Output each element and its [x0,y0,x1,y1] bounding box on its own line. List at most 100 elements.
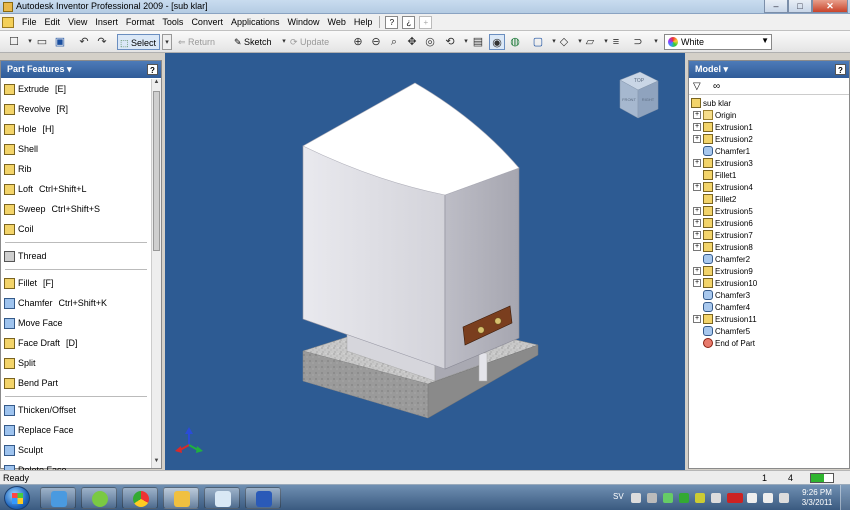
tree-node[interactable]: Fillet2 [691,193,847,205]
taskbar-spotify[interactable] [81,487,117,509]
flag-icon[interactable] [631,493,641,503]
feature-face-draft[interactable]: Face Draft [D] [1,333,151,353]
taskbar-paint[interactable] [204,487,240,509]
expand-plus-icon[interactable]: + [693,111,701,119]
tree-node[interactable]: + Origin [691,109,847,121]
ati-icon[interactable] [727,493,743,503]
color-style-select[interactable]: White ▼ [664,34,772,50]
tree-node[interactable]: Chamfer1 [691,145,847,157]
expand-plus-icon[interactable]: + [693,243,701,251]
expand-plus-icon[interactable]: + [693,183,701,191]
tree-node[interactable]: Chamfer5 [691,325,847,337]
help-icon[interactable]: ? [835,64,846,75]
undo-icon[interactable]: ↶ [76,34,92,50]
feature-split[interactable]: Split [1,353,151,373]
feature-revolve[interactable]: Revolve [R] [1,99,151,119]
feature-chamfer[interactable]: Chamfer Ctrl+Shift+K [1,293,151,313]
filter-icon[interactable]: ▽ [693,81,707,92]
graphics-viewport[interactable]: TOP FRONT RIGHT [165,53,685,470]
analysis-icon[interactable]: ⊃ [630,34,646,50]
expand-plus-icon[interactable]: + [693,123,701,131]
taskbar-people-app[interactable] [40,487,76,509]
view-icon[interactable]: ◍ [507,34,523,50]
airplane-icon[interactable] [695,493,705,503]
feature-coil[interactable]: Coil [1,219,151,239]
network-icon[interactable] [747,493,757,503]
feature-fillet[interactable]: Fillet [F] [1,273,151,293]
scroll-up-icon[interactable]: ▲ [152,79,161,89]
select-button[interactable]: ⬚ Select [117,34,161,50]
zoom-icon[interactable]: ⌕ [386,34,402,50]
whats-this-icon[interactable]: ¿ [402,15,416,29]
feature-thicken-offset[interactable]: Thicken/Offset [1,400,151,420]
chat-icon[interactable] [679,493,689,503]
tree-node[interactable]: Chamfer2 [691,253,847,265]
model-browser-header[interactable]: Model ▾ ? [689,61,849,78]
tree-node[interactable]: + Extrusion6 [691,217,847,229]
return-button[interactable]: ⇐ Return [178,34,215,50]
tree-node[interactable]: + Extrusion10 [691,277,847,289]
tree-node[interactable]: Chamfer3 [691,289,847,301]
tree-node[interactable]: + Extrusion9 [691,265,847,277]
zoom-all-icon[interactable]: ⊕ [350,34,366,50]
feature-bend-part[interactable]: Bend Part [1,373,151,393]
tree-node[interactable]: + Extrusion5 [691,205,847,217]
action-center-icon[interactable] [779,493,789,503]
select-dropdown-icon[interactable]: ▾ [162,34,172,50]
tree-node[interactable]: + Extrusion8 [691,241,847,253]
save-icon[interactable]: ▣ [52,34,68,50]
redo-icon[interactable]: ↷ [94,34,110,50]
tree-node[interactable]: Chamfer4 [691,301,847,313]
rotate-icon[interactable]: ⟲ [442,34,458,50]
menu-file[interactable]: File [18,17,41,27]
features-scrollbar[interactable]: ▲ ▼ [151,79,161,468]
shaded-display-icon[interactable]: ◉ [489,34,505,50]
tray-app-icon[interactable] [663,493,673,503]
feature-sculpt[interactable]: Sculpt [1,440,151,460]
display-mode-icon[interactable]: ▢ [530,34,546,50]
steam-icon[interactable] [647,493,657,503]
clock[interactable]: 9:26 PM 3/3/2011 [797,488,837,508]
minimize-button[interactable]: – [764,0,788,13]
expand-plus-icon[interactable]: + [693,219,701,227]
pan-icon[interactable]: ✥ [404,34,420,50]
scroll-down-icon[interactable]: ▼ [152,458,161,468]
slice-icon[interactable]: ≡ [608,34,624,50]
help-question-icon[interactable]: ? [385,15,399,29]
feature-extrude[interactable]: Extrude [E] [1,79,151,99]
expand-plus-icon[interactable]: + [693,159,701,167]
maximize-button[interactable]: □ [788,0,812,13]
tree-node[interactable]: + Extrusion11 [691,313,847,325]
feature-sweep[interactable]: Sweep Ctrl+Shift+S [1,199,151,219]
zoom-selected-icon[interactable]: ◎ [422,34,438,50]
feature-replace-face[interactable]: Replace Face [1,420,151,440]
add-icon[interactable]: + [419,15,433,29]
look-at-icon[interactable]: ▤ [470,34,486,50]
menu-edit[interactable]: Edit [41,17,65,27]
expand-plus-icon[interactable]: + [693,267,701,275]
menu-web[interactable]: Web [324,17,350,27]
ground-shadow-icon[interactable]: ◇ [556,34,572,50]
feature-thread[interactable]: Thread [1,246,151,266]
feature-hole[interactable]: Hole [H] [1,119,151,139]
expand-plus-icon[interactable]: + [693,207,701,215]
expand-plus-icon[interactable]: + [693,135,701,143]
find-binoculars-icon[interactable]: ∞ [713,81,727,92]
feature-move-face[interactable]: Move Face [1,313,151,333]
open-folder-icon[interactable]: ▭ [34,34,50,50]
expand-plus-icon[interactable]: + [693,279,701,287]
menu-insert[interactable]: Insert [91,17,122,27]
menu-tools[interactable]: Tools [158,17,187,27]
tree-node[interactable]: + Extrusion4 [691,181,847,193]
volume-icon[interactable] [763,493,773,503]
tree-node[interactable]: + Extrusion3 [691,157,847,169]
taskbar-chrome[interactable] [122,487,158,509]
document-icon[interactable] [2,16,14,28]
tree-node[interactable]: + Extrusion1 [691,121,847,133]
new-file-icon[interactable]: ☐ [6,34,22,50]
analysis-dropdown-icon[interactable]: ▾ [648,34,664,50]
part-features-header[interactable]: Part Features ▾ ? [1,61,161,78]
expand-plus-icon[interactable]: + [693,315,701,323]
viewcube[interactable]: TOP FRONT RIGHT [619,71,659,119]
menu-help[interactable]: Help [350,17,377,27]
